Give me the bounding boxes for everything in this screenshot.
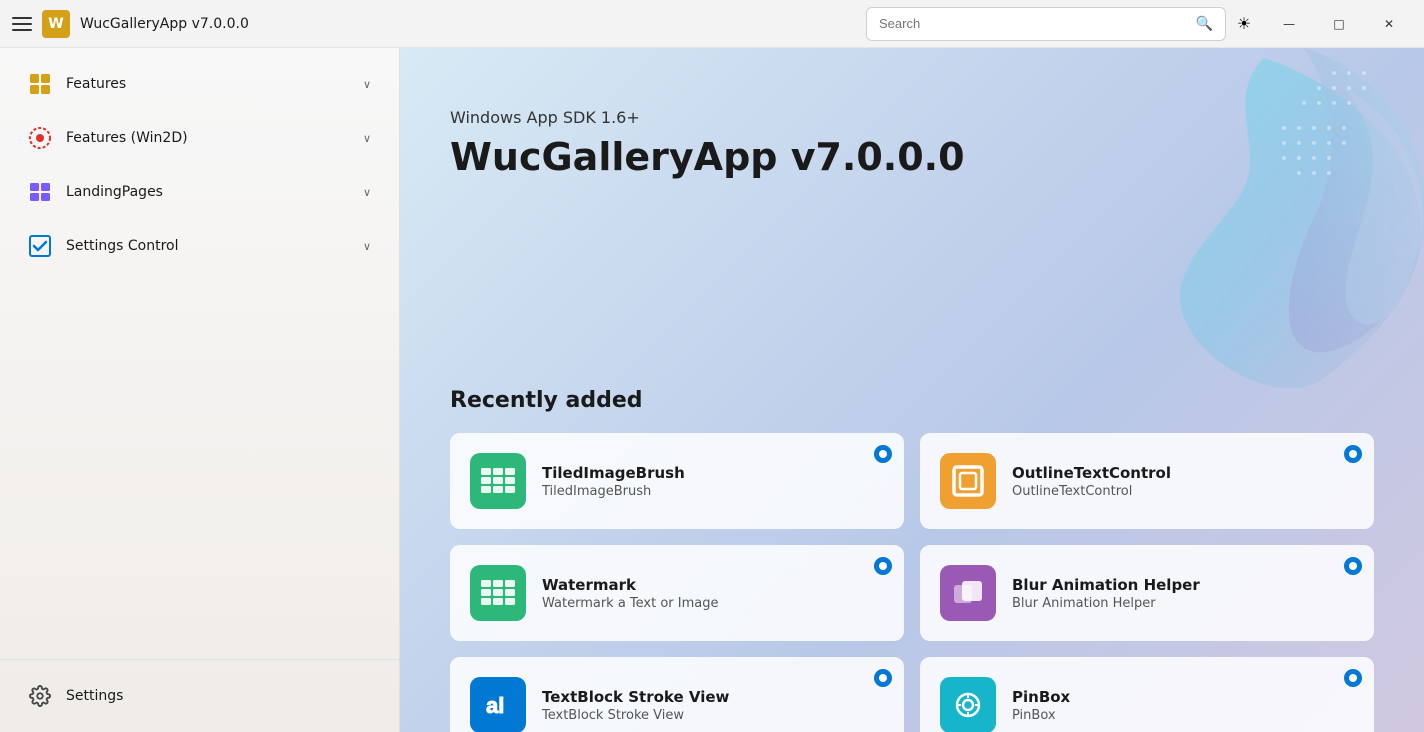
tiled-image-brush-badge xyxy=(874,445,892,463)
outline-text-control-icon xyxy=(940,453,996,509)
card-blur-animation-helper[interactable]: Blur Animation Helper Blur Animation Hel… xyxy=(920,545,1374,641)
main-layout: Features ∨ Features (Win2D) ∨ xyxy=(0,48,1424,732)
content-area: Windows App SDK 1.6+ WucGalleryApp v7.0.… xyxy=(400,48,1424,732)
settings-control-icon xyxy=(28,234,52,258)
hero-title: WucGalleryApp v7.0.0.0 xyxy=(450,135,1374,179)
outline-text-control-subtitle: OutlineTextControl xyxy=(1012,484,1354,499)
card-watermark[interactable]: Watermark Watermark a Text or Image xyxy=(450,545,904,641)
recently-added-title: Recently added xyxy=(450,388,1374,413)
settings-control-chevron: ∨ xyxy=(363,240,371,253)
pinbox-badge xyxy=(1344,669,1362,687)
maximize-button[interactable]: □ xyxy=(1316,6,1362,42)
watermark-info: Watermark Watermark a Text or Image xyxy=(542,576,884,611)
watermark-icon xyxy=(470,565,526,621)
card-outline-text-control[interactable]: OutlineTextControl OutlineTextControl xyxy=(920,433,1374,529)
card-pinbox[interactable]: PinBox PinBox xyxy=(920,657,1374,732)
search-bar[interactable]: 🔍 xyxy=(866,7,1226,41)
card-textblock-stroke-view[interactable]: al TextBlock Stroke View TextBlock Strok… xyxy=(450,657,904,732)
pinbox-info: PinBox PinBox xyxy=(1012,688,1354,723)
tiled-image-brush-title: TiledImageBrush xyxy=(542,464,884,482)
blur-animation-helper-title: Blur Animation Helper xyxy=(1012,576,1354,594)
svg-text:al: al xyxy=(486,693,504,718)
sidebar: Features ∨ Features (Win2D) ∨ xyxy=(0,48,400,732)
blur-animation-helper-badge xyxy=(1344,557,1362,575)
search-icon[interactable]: 🔍 xyxy=(1196,16,1213,32)
hero-decoration xyxy=(944,48,1424,388)
nav-items: Features ∨ Features (Win2D) ∨ xyxy=(0,48,399,659)
app-title: WucGalleryApp v7.0.0.0 xyxy=(80,16,249,32)
textblock-stroke-view-subtitle: TextBlock Stroke View xyxy=(542,708,884,723)
hamburger-menu-button[interactable] xyxy=(12,14,32,34)
close-button[interactable]: ✕ xyxy=(1366,6,1412,42)
theme-toggle-button[interactable]: ☀ xyxy=(1226,6,1262,42)
settings-button[interactable]: Settings xyxy=(8,672,391,720)
features-icon xyxy=(28,72,52,96)
landing-pages-chevron: ∨ xyxy=(363,186,371,199)
hero-text: Windows App SDK 1.6+ WucGalleryApp v7.0.… xyxy=(450,108,1374,179)
app-logo: W xyxy=(42,10,70,38)
outline-text-control-title: OutlineTextControl xyxy=(1012,464,1354,482)
outline-text-control-badge xyxy=(1344,445,1362,463)
watermark-subtitle: Watermark a Text or Image xyxy=(542,596,884,611)
tiled-image-brush-icon xyxy=(470,453,526,509)
settings-gear-icon xyxy=(28,684,52,708)
cards-grid: TiledImageBrush TiledImageBrush xyxy=(450,433,1374,732)
hero-section: Windows App SDK 1.6+ WucGalleryApp v7.0.… xyxy=(400,48,1424,388)
pinbox-icon xyxy=(940,677,996,732)
textblock-stroke-view-badge xyxy=(874,669,892,687)
title-bar: W WucGalleryApp v7.0.0.0 🔍 ☀ — □ ✕ xyxy=(0,0,1424,48)
tiled-image-brush-subtitle: TiledImageBrush xyxy=(542,484,884,499)
pinbox-title: PinBox xyxy=(1012,688,1354,706)
watermark-badge xyxy=(874,557,892,575)
textblock-stroke-view-info: TextBlock Stroke View TextBlock Stroke V… xyxy=(542,688,884,723)
sidebar-item-features-win2d[interactable]: Features (Win2D) ∨ xyxy=(8,112,391,164)
pinbox-subtitle: PinBox xyxy=(1012,708,1354,723)
sidebar-footer: Settings xyxy=(0,659,399,732)
watermark-title: Watermark xyxy=(542,576,884,594)
title-bar-left: W WucGalleryApp v7.0.0.0 xyxy=(12,10,866,38)
recently-added-section: Recently added xyxy=(400,388,1424,732)
sidebar-item-landing-pages[interactable]: LandingPages ∨ xyxy=(8,166,391,218)
features-chevron: ∨ xyxy=(363,78,371,91)
hero-subtitle: Windows App SDK 1.6+ xyxy=(450,108,1374,127)
sidebar-item-features[interactable]: Features ∨ xyxy=(8,58,391,110)
blur-animation-helper-subtitle: Blur Animation Helper xyxy=(1012,596,1354,611)
textblock-stroke-view-icon: al xyxy=(470,677,526,732)
landing-pages-icon xyxy=(28,180,52,204)
blur-animation-helper-icon xyxy=(940,565,996,621)
textblock-stroke-view-title: TextBlock Stroke View xyxy=(542,688,884,706)
title-bar-right: ☀ — □ ✕ xyxy=(1226,6,1412,42)
card-tiled-image-brush[interactable]: TiledImageBrush TiledImageBrush xyxy=(450,433,904,529)
outline-text-control-info: OutlineTextControl OutlineTextControl xyxy=(1012,464,1354,499)
search-input[interactable] xyxy=(879,16,1188,31)
theme-icon: ☀ xyxy=(1237,14,1251,33)
tiled-image-brush-info: TiledImageBrush TiledImageBrush xyxy=(542,464,884,499)
minimize-button[interactable]: — xyxy=(1266,6,1312,42)
features-win2d-icon xyxy=(28,126,52,150)
sidebar-item-settings-control[interactable]: Settings Control ∨ xyxy=(8,220,391,272)
features-win2d-chevron: ∨ xyxy=(363,132,371,145)
blur-animation-helper-info: Blur Animation Helper Blur Animation Hel… xyxy=(1012,576,1354,611)
